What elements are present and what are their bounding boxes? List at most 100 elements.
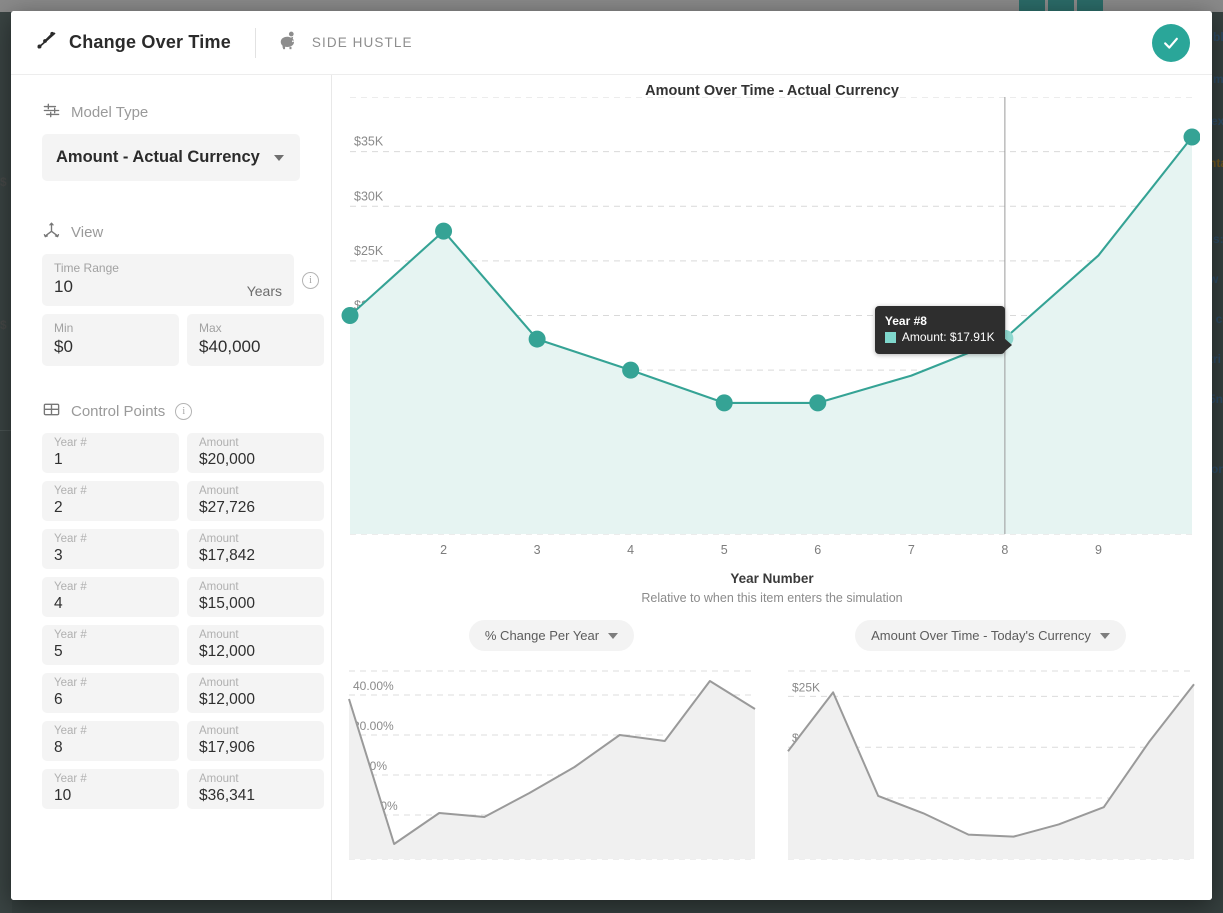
background-text: m (1213, 72, 1223, 86)
control-point-year-label: Year # (54, 677, 167, 690)
control-point-year-input[interactable]: Year #10 (42, 769, 179, 809)
tooltip-value: Amount: $17.91K (902, 329, 995, 346)
right-chart-select[interactable]: Amount Over Time - Today's Currency (855, 620, 1126, 651)
control-point-amount-label: Amount (199, 581, 312, 594)
x-axis-tick-label: 7 (908, 543, 915, 557)
y-axis-tick-label: $35K (354, 135, 384, 149)
control-point-amount-value: $12,000 (199, 642, 312, 662)
tooltip-arrow (1004, 338, 1012, 352)
control-point-year-value: 6 (54, 690, 167, 710)
view-section-label: View (11, 221, 331, 254)
entity-group: SIDE HUSTLE (278, 29, 413, 56)
control-points-label: Control Points (71, 403, 165, 420)
x-axis-subtitle: Relative to when this item enters the si… (332, 591, 1212, 605)
x-axis-title: Year Number (332, 571, 1212, 586)
x-axis-tick-label: 5 (721, 543, 728, 557)
sub-charts: -20.00%0.00%20.00%40.00% $15K$20K$25K (332, 665, 1212, 870)
control-point-year-value: 10 (54, 786, 167, 806)
chart-data-point[interactable] (342, 307, 359, 324)
control-point-year-label: Year # (54, 773, 167, 786)
y-axis-tick-label: $25K (792, 680, 820, 694)
control-point-amount-input[interactable]: Amount$12,000 (187, 673, 324, 713)
background-text: or (1211, 462, 1223, 476)
control-point-amount-input[interactable]: Amount$36,341 (187, 769, 324, 809)
min-input[interactable]: Min $0 (42, 314, 179, 366)
control-point-amount-label: Amount (199, 725, 312, 738)
table-icon (42, 400, 61, 423)
control-point-amount-input[interactable]: Amount$12,000 (187, 625, 324, 665)
control-point-year-input[interactable]: Year #8 (42, 721, 179, 761)
control-point-row: Year #10Amount$36,341 (42, 769, 331, 809)
percent-change-chart[interactable]: -20.00%0.00%20.00%40.00% (347, 665, 757, 870)
view-label: View (71, 224, 103, 241)
control-point-amount-input[interactable]: Amount$27,726 (187, 481, 324, 521)
main-chart-x-axis: 23456789 (340, 543, 1200, 565)
chevron-down-icon (608, 633, 618, 639)
charts-area: Amount Over Time - Actual Currency $5K$1… (332, 75, 1212, 900)
sub-chart-selectors: % Change Per Year Amount Over Time - Tod… (332, 620, 1212, 651)
control-point-amount-input[interactable]: Amount$15,000 (187, 577, 324, 617)
control-point-amount-input[interactable]: Amount$17,842 (187, 529, 324, 569)
control-point-year-value: 1 (54, 450, 167, 470)
info-icon[interactable]: i (302, 272, 319, 289)
x-axis-tick-label: 9 (1095, 543, 1102, 557)
chart-tooltip: Year #8 Amount: $17.91K (875, 306, 1005, 354)
info-icon[interactable]: i (175, 403, 192, 420)
control-point-year-value: 8 (54, 738, 167, 758)
control-point-year-input[interactable]: Year #5 (42, 625, 179, 665)
control-point-amount-label: Amount (199, 773, 312, 786)
modal-header: Change Over Time SIDE HUSTLE (11, 11, 1212, 75)
header-divider (255, 28, 256, 58)
page-title: Change Over Time (69, 32, 231, 53)
control-point-row: Year #3Amount$17,842 (42, 529, 331, 569)
chart-data-point[interactable] (435, 223, 452, 240)
confirm-button[interactable] (1152, 24, 1190, 62)
entity-name: SIDE HUSTLE (312, 35, 413, 50)
left-chart-select[interactable]: % Change Per Year (469, 620, 634, 651)
x-axis-tick-label: 8 (1001, 543, 1008, 557)
chart-data-point[interactable] (622, 362, 639, 379)
time-range-label: Time Range (54, 261, 282, 275)
chart-data-point[interactable] (529, 331, 546, 348)
control-point-amount-value: $36,341 (199, 786, 312, 806)
control-point-year-input[interactable]: Year #3 (42, 529, 179, 569)
control-point-amount-input[interactable]: Amount$20,000 (187, 433, 324, 473)
tooltip-swatch (885, 332, 896, 343)
time-range-input[interactable]: Time Range 10 Years (42, 254, 294, 306)
control-point-year-value: 2 (54, 498, 167, 518)
control-point-row: Year #5Amount$12,000 (42, 625, 331, 665)
control-point-year-input[interactable]: Year #1 (42, 433, 179, 473)
time-range-row: Time Range 10 Years i (11, 254, 331, 306)
control-point-year-input[interactable]: Year #6 (42, 673, 179, 713)
chart-data-point[interactable] (1184, 128, 1201, 145)
control-point-amount-value: $12,000 (199, 690, 312, 710)
background-text: ex (1211, 114, 1223, 128)
settings-sidebar: Model Type Amount - Actual Currency View… (11, 75, 332, 900)
model-type-select[interactable]: Amount - Actual Currency (42, 134, 300, 181)
control-point-year-label: Year # (54, 629, 167, 642)
main-chart[interactable]: $5K$10K$15K$20K$25K$30K$35K (340, 97, 1200, 542)
control-point-row: Year #1Amount$20,000 (42, 433, 331, 473)
todays-currency-chart[interactable]: $15K$20K$25K (786, 665, 1196, 870)
sliders-icon (42, 101, 61, 124)
control-point-year-input[interactable]: Year #4 (42, 577, 179, 617)
control-points-section-label: Control Points i (11, 400, 331, 433)
control-point-amount-value: $17,906 (199, 738, 312, 758)
control-point-amount-value: $15,000 (199, 594, 312, 614)
model-type-label: Model Type (71, 104, 148, 121)
max-input[interactable]: Max $40,000 (187, 314, 324, 366)
x-axis-tick-label: 3 (534, 543, 541, 557)
control-point-year-input[interactable]: Year #2 (42, 481, 179, 521)
axes-icon (42, 221, 61, 244)
chart-data-point[interactable] (809, 394, 826, 411)
control-point-amount-label: Amount (199, 629, 312, 642)
control-point-row: Year #2Amount$27,726 (42, 481, 331, 521)
control-point-year-label: Year # (54, 581, 167, 594)
control-point-amount-input[interactable]: Amount$17,906 (187, 721, 324, 761)
right-chart-select-label: Amount Over Time - Today's Currency (871, 628, 1091, 643)
background-text: $ (0, 318, 7, 332)
control-point-year-label: Year # (54, 725, 167, 738)
chart-data-point[interactable] (716, 394, 733, 411)
control-point-year-label: Year # (54, 533, 167, 546)
model-type-section-label: Model Type (11, 97, 331, 134)
